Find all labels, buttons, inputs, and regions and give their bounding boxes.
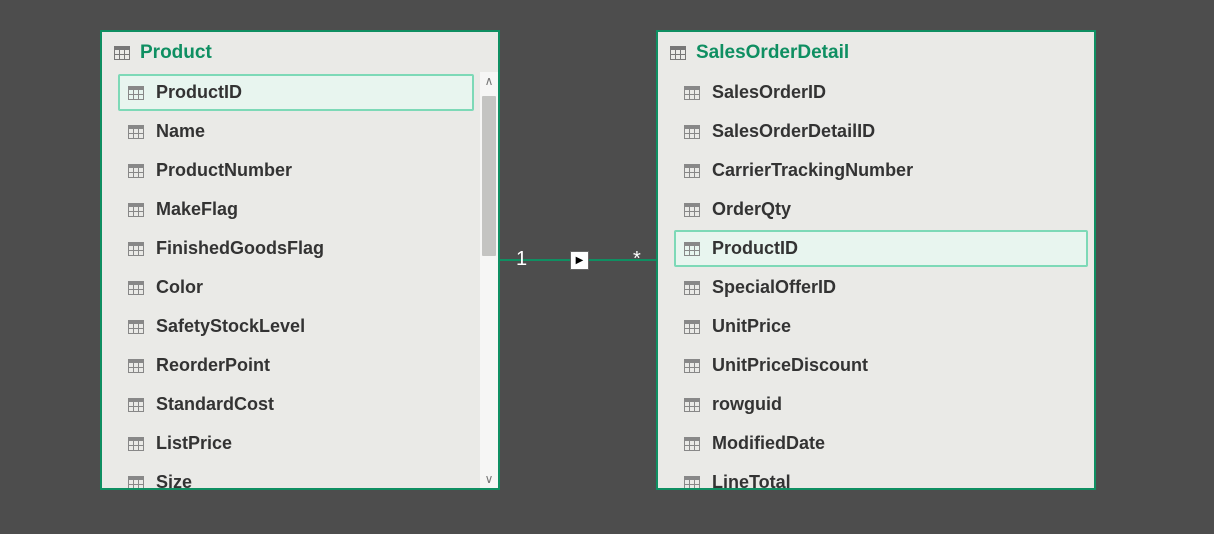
column-item[interactable]: ProductID (118, 74, 474, 111)
column-item[interactable]: SalesOrderID (674, 74, 1088, 111)
column-label: Size (156, 472, 192, 488)
column-item[interactable]: MakeFlag (118, 191, 474, 228)
scroll-thumb[interactable] (482, 96, 496, 256)
column-label: ModifiedDate (712, 433, 825, 454)
scroll-down-icon[interactable]: ∨ (485, 470, 494, 488)
column-label: ProductID (156, 82, 242, 103)
column-item[interactable]: Color (118, 269, 474, 306)
table-icon (670, 46, 686, 60)
column-item[interactable]: Size (118, 464, 474, 488)
column-item[interactable]: ModifiedDate (674, 425, 1088, 462)
column-icon (684, 86, 700, 100)
column-label: ReorderPoint (156, 355, 270, 376)
column-item[interactable]: ReorderPoint (118, 347, 474, 384)
column-icon (128, 437, 144, 451)
column-icon (684, 359, 700, 373)
column-item[interactable]: SpecialOfferID (674, 269, 1088, 306)
column-item[interactable]: UnitPrice (674, 308, 1088, 345)
cardinality-left-label: 1 (516, 248, 527, 271)
column-label: SafetyStockLevel (156, 316, 305, 337)
column-label: SalesOrderID (712, 82, 826, 103)
column-icon (128, 398, 144, 412)
column-icon (684, 281, 700, 295)
column-item[interactable]: ProductID (674, 230, 1088, 267)
column-label: UnitPrice (712, 316, 791, 337)
column-item[interactable]: LineTotal (674, 464, 1088, 488)
column-label: ProductNumber (156, 160, 292, 181)
column-item[interactable]: ListPrice (118, 425, 474, 462)
table-salesorderdetail[interactable]: SalesOrderDetail SalesOrderID SalesOrderD… (656, 30, 1096, 490)
column-label: UnitPriceDiscount (712, 355, 868, 376)
column-icon (128, 320, 144, 334)
cardinality-right-label: * (633, 248, 641, 271)
scrollbar-product[interactable]: ∧ ∨ (480, 72, 498, 488)
column-icon (684, 437, 700, 451)
column-label: MakeFlag (156, 199, 238, 220)
column-icon (128, 476, 144, 489)
column-list-product: ProductID Name ProductNumber MakeFlag Finish… (102, 72, 480, 488)
column-label: Name (156, 121, 205, 142)
table-title-product: Product (140, 42, 212, 64)
column-icon (128, 86, 144, 100)
column-icon (684, 203, 700, 217)
column-icon (128, 242, 144, 256)
column-icon (684, 320, 700, 334)
column-icon (684, 242, 700, 256)
column-label: SpecialOfferID (712, 277, 836, 298)
column-item[interactable]: CarrierTrackingNumber (674, 152, 1088, 189)
column-item[interactable]: FinishedGoodsFlag (118, 230, 474, 267)
table-product[interactable]: Product ProductID Name ProductNumber MakeFl… (100, 30, 500, 490)
column-item[interactable]: rowguid (674, 386, 1088, 423)
column-item[interactable]: Name (118, 113, 474, 150)
table-header-product: Product (102, 32, 498, 72)
column-icon (128, 125, 144, 139)
column-item[interactable]: SafetyStockLevel (118, 308, 474, 345)
column-label: ListPrice (156, 433, 232, 454)
table-header-salesorderdetail: SalesOrderDetail (658, 32, 1094, 72)
column-icon (128, 359, 144, 373)
column-label: StandardCost (156, 394, 274, 415)
column-icon (128, 164, 144, 178)
relationship-direction-icon[interactable]: ▶ (570, 251, 589, 270)
column-item[interactable]: OrderQty (674, 191, 1088, 228)
column-label: rowguid (712, 394, 782, 415)
scroll-up-icon[interactable]: ∧ (485, 72, 494, 90)
column-icon (128, 203, 144, 217)
column-item[interactable]: SalesOrderDetailID (674, 113, 1088, 150)
column-label: Color (156, 277, 203, 298)
column-icon (684, 398, 700, 412)
column-item[interactable]: ProductNumber (118, 152, 474, 189)
column-label: ProductID (712, 238, 798, 259)
column-label: FinishedGoodsFlag (156, 238, 324, 259)
column-item[interactable]: UnitPriceDiscount (674, 347, 1088, 384)
column-item[interactable]: StandardCost (118, 386, 474, 423)
column-icon (128, 281, 144, 295)
table-icon (114, 46, 130, 60)
column-label: SalesOrderDetailID (712, 121, 875, 142)
column-list-salesorderdetail: SalesOrderID SalesOrderDetailID CarrierTra… (658, 72, 1094, 488)
column-label: CarrierTrackingNumber (712, 160, 913, 181)
column-icon (684, 125, 700, 139)
column-icon (684, 476, 700, 489)
column-label: OrderQty (712, 199, 791, 220)
table-title-salesorderdetail: SalesOrderDetail (696, 42, 849, 64)
column-icon (684, 164, 700, 178)
column-label: LineTotal (712, 472, 791, 488)
